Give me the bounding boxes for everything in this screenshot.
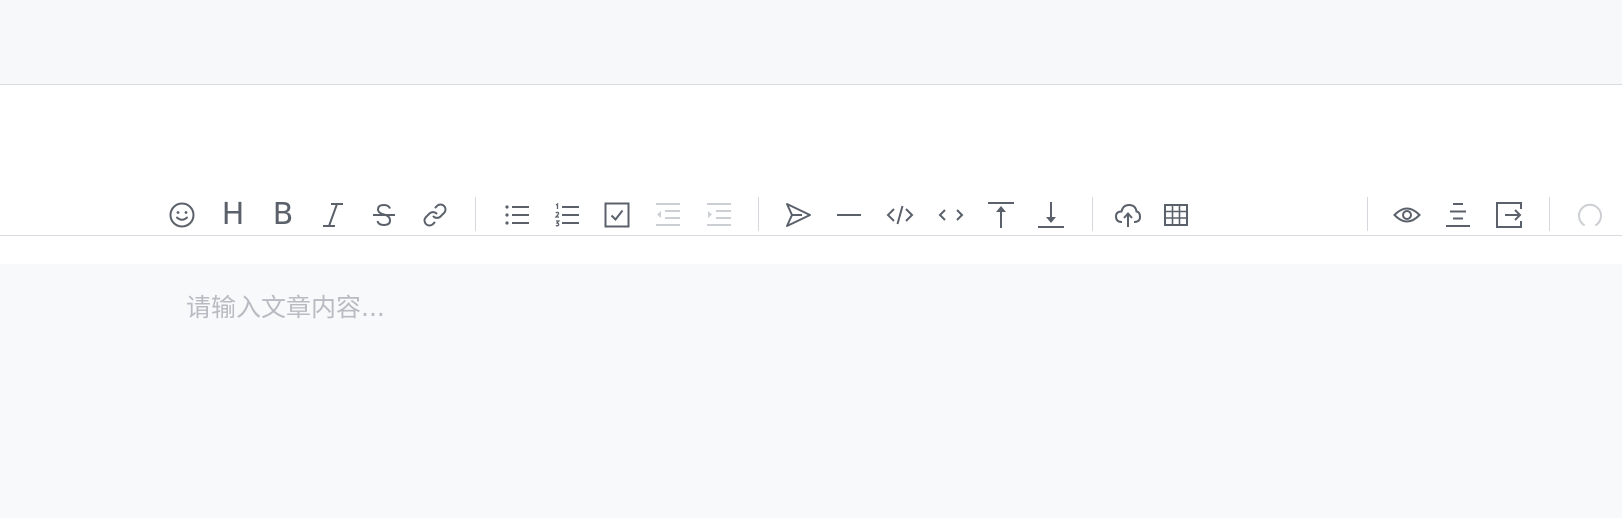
check-list-icon <box>603 201 631 229</box>
ordered-list-icon <box>553 201 581 229</box>
table-button[interactable] <box>1158 197 1194 233</box>
code-block-icon <box>886 201 914 229</box>
toolbar-separator <box>1367 197 1368 231</box>
unordered-list-icon <box>505 205 531 225</box>
indent-icon <box>705 201 733 229</box>
export-icon <box>1495 201 1523 229</box>
emoji-button[interactable] <box>164 197 200 233</box>
italic-icon <box>319 201 347 229</box>
horizontal-line-icon <box>835 201 863 229</box>
strikethrough-icon <box>370 201 398 229</box>
table-icon <box>1162 201 1190 229</box>
horizontal-line-button[interactable] <box>831 197 867 233</box>
insert-after-button[interactable] <box>1033 197 1069 233</box>
inline-code-button[interactable] <box>933 197 969 233</box>
loading-icon <box>1575 201 1603 229</box>
insert-before-button[interactable] <box>983 197 1019 233</box>
check-list-button[interactable] <box>599 197 635 233</box>
insert-after-icon <box>1037 201 1065 229</box>
quote-icon <box>784 201 812 229</box>
bold-button[interactable]: B <box>265 197 301 233</box>
inline-code-icon <box>937 201 965 229</box>
italic-button[interactable] <box>315 197 351 233</box>
loading-button[interactable] <box>1571 197 1607 233</box>
toolbar-separator <box>1549 197 1550 231</box>
upload-icon <box>1114 201 1142 229</box>
quote-button[interactable] <box>780 197 816 233</box>
link-icon <box>421 201 449 229</box>
editor-placeholder: 请输入文章内容... <box>186 293 385 322</box>
toolbar-gap <box>0 236 1622 264</box>
insert-before-icon <box>987 201 1015 229</box>
editor-toolbar: H B <box>0 85 1622 286</box>
strikethrough-button[interactable] <box>366 197 402 233</box>
toolbar-separator <box>758 197 759 231</box>
emoji-icon <box>168 201 196 229</box>
preview-icon <box>1393 201 1421 229</box>
bold-icon: B <box>272 197 294 232</box>
ordered-list-button[interactable] <box>549 197 585 233</box>
header-area <box>0 0 1622 85</box>
outdent-icon <box>654 201 682 229</box>
preview-button[interactable] <box>1389 197 1425 233</box>
code-block-button[interactable] <box>882 197 918 233</box>
link-button[interactable] <box>417 197 453 233</box>
unordered-list-button[interactable] <box>499 197 535 233</box>
upload-button[interactable] <box>1110 197 1146 233</box>
indent-button[interactable] <box>701 197 737 233</box>
outline-icon <box>1444 201 1472 229</box>
outline-button[interactable] <box>1440 197 1476 233</box>
toolbar-separator <box>1092 197 1093 231</box>
heading-button[interactable]: H <box>215 197 251 233</box>
export-button[interactable] <box>1491 197 1527 233</box>
heading-icon: H <box>221 197 245 232</box>
outdent-button[interactable] <box>650 197 686 233</box>
toolbar-separator <box>475 197 476 231</box>
